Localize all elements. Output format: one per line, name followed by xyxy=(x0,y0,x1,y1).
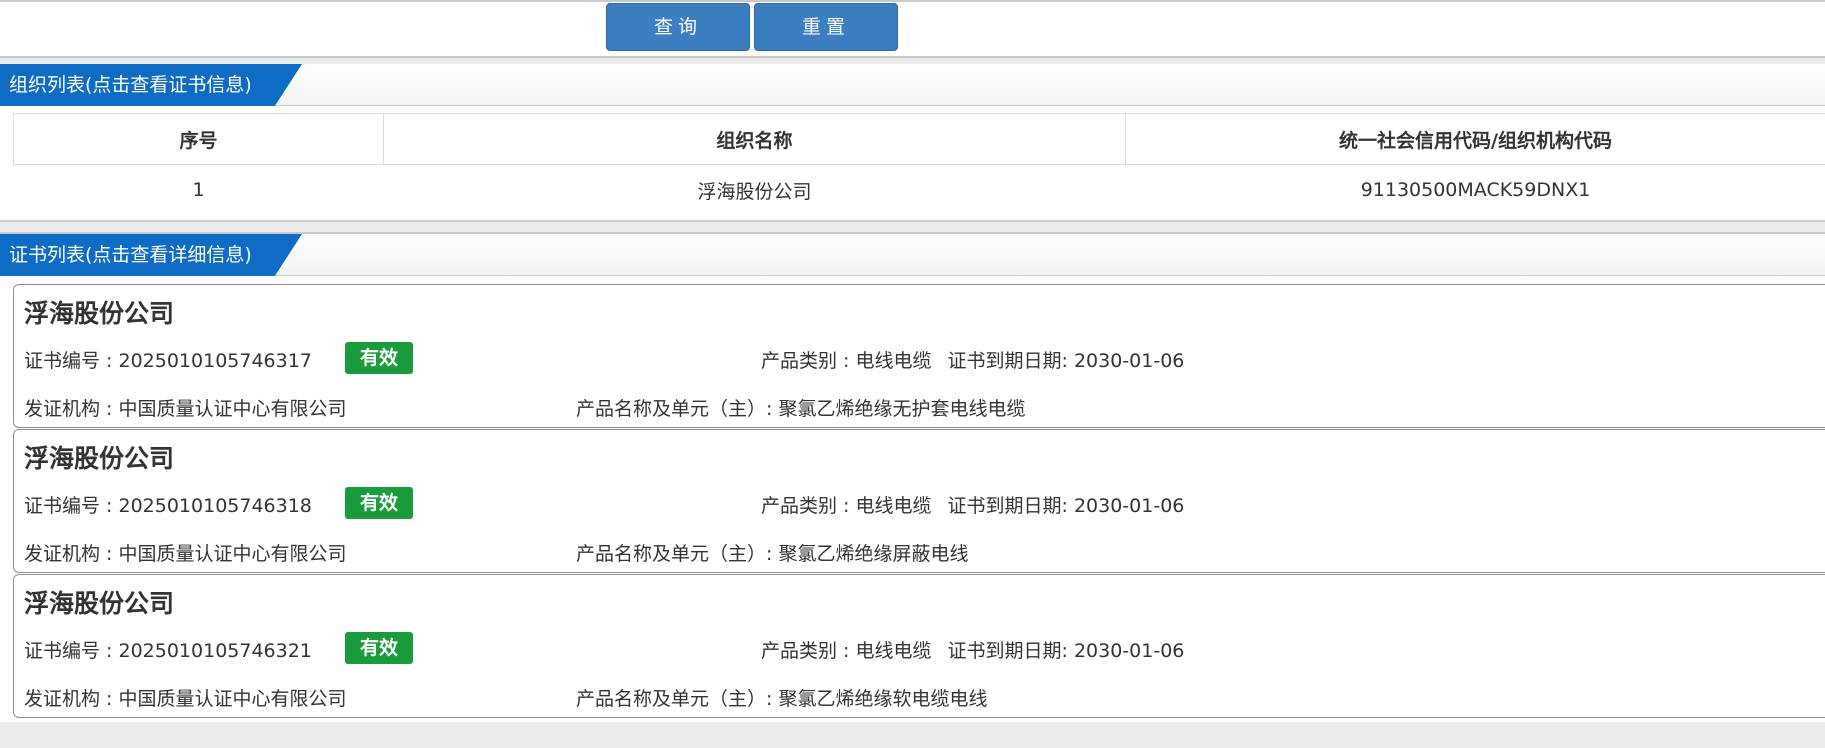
issuer-label: 发证机构 : xyxy=(24,543,119,565)
org-table-header-row: 序号 组织名称 统一社会信用代码/组织机构代码 xyxy=(13,113,1825,165)
expiry-label: 证书到期日期: xyxy=(947,495,1074,517)
search-toolbar: 查询 重置 xyxy=(0,0,1825,58)
column-header-credit-code: 统一社会信用代码/组织机构代码 xyxy=(1125,113,1825,165)
cert-number-value: 2025010105746321 xyxy=(118,640,312,662)
cert-list: 浮海股份公司 证书编号 : 2025010105746317 有效 产品类别 :… xyxy=(13,284,1825,719)
org-list-title: 组织列表(点击查看证书信息) xyxy=(0,64,302,106)
expiry-value: 2030-01-06 xyxy=(1073,350,1185,372)
cert-category: 产品类别 : 电线电缆 证书到期日期: 2030-01-06 xyxy=(761,491,1184,518)
cert-number: 证书编号 : 2025010105746317 xyxy=(24,346,312,373)
cert-number-label: 证书编号 : xyxy=(24,640,119,662)
cert-number-label: 证书编号 : xyxy=(24,350,119,372)
cert-list-title: 证书列表(点击查看详细信息) xyxy=(0,234,302,276)
cert-card[interactable]: 浮海股份公司 证书编号 : 2025010105746318 有效 产品类别 :… xyxy=(13,429,1825,573)
cert-issuer: 发证机构 : 中国质量认证中心有限公司 xyxy=(24,394,347,421)
table-row[interactable]: 1 浮海股份公司 91130500MACK59DNX1 xyxy=(14,165,1825,216)
cert-card[interactable]: 浮海股份公司 证书编号 : 2025010105746317 有效 产品类别 :… xyxy=(13,284,1825,428)
issuer-label: 发证机构 : xyxy=(24,398,119,420)
cert-issuer: 发证机构 : 中国质量认证中心有限公司 xyxy=(24,539,347,566)
product-label: 产品名称及单元（主）: xyxy=(576,398,779,420)
status-badge: 有效 xyxy=(345,487,413,519)
org-list-section: 组织列表(点击查看证书信息) 序号 组织名称 统一社会信用代码/组织机构代码 1… xyxy=(0,64,1825,222)
product-value: 聚氯乙烯绝缘屏蔽电线 xyxy=(778,543,969,565)
product-value: 聚氯乙烯绝缘无护套电线电缆 xyxy=(778,398,1026,420)
cert-product: 产品名称及单元（主）: 聚氯乙烯绝缘无护套电线电缆 xyxy=(576,394,1025,421)
cert-number-label: 证书编号 : xyxy=(24,495,119,517)
expiry-value: 2030-01-06 xyxy=(1073,495,1185,517)
cert-category: 产品类别 : 电线电缆 证书到期日期: 2030-01-06 xyxy=(761,636,1184,663)
issuer-value: 中国质量认证中心有限公司 xyxy=(118,398,347,420)
org-credit-code: 91130500MACK59DNX1 xyxy=(1360,179,1591,201)
category-value: 电线电缆 xyxy=(855,495,932,517)
cert-number: 证书编号 : 2025010105746321 xyxy=(24,636,312,663)
query-button[interactable]: 查询 xyxy=(606,3,750,51)
category-label: 产品类别 : xyxy=(761,495,856,517)
issuer-value: 中国质量认证中心有限公司 xyxy=(118,543,347,565)
org-name[interactable]: 浮海股份公司 xyxy=(384,165,1126,216)
product-label: 产品名称及单元（主）: xyxy=(576,688,779,710)
reset-button[interactable]: 重置 xyxy=(754,3,898,51)
status-badge: 有效 xyxy=(345,342,413,374)
org-table: 序号 组织名称 统一社会信用代码/组织机构代码 1 浮海股份公司 9113050… xyxy=(13,113,1825,215)
cert-list-section: 证书列表(点击查看详细信息) 浮海股份公司 证书编号 : 20250101057… xyxy=(0,232,1825,722)
cert-product: 产品名称及单元（主）: 聚氯乙烯绝缘屏蔽电线 xyxy=(576,539,968,566)
product-label: 产品名称及单元（主）: xyxy=(576,543,779,565)
issuer-value: 中国质量认证中心有限公司 xyxy=(118,688,347,710)
cert-org-name: 浮海股份公司 xyxy=(24,589,175,618)
cert-number-value: 2025010105746318 xyxy=(118,495,312,517)
cert-category: 产品类别 : 电线电缆 证书到期日期: 2030-01-06 xyxy=(761,346,1184,373)
category-value: 电线电缆 xyxy=(855,640,932,662)
issuer-label: 发证机构 : xyxy=(24,688,119,710)
org-index: 1 xyxy=(192,179,205,201)
status-badge: 有效 xyxy=(345,632,413,664)
cert-org-name: 浮海股份公司 xyxy=(24,299,175,328)
expiry-label: 证书到期日期: xyxy=(947,350,1074,372)
category-value: 电线电缆 xyxy=(855,350,932,372)
cert-product: 产品名称及单元（主）: 聚氯乙烯绝缘软电缆电线 xyxy=(576,684,987,711)
cert-card[interactable]: 浮海股份公司 证书编号 : 2025010105746321 有效 产品类别 :… xyxy=(13,574,1825,718)
cert-number: 证书编号 : 2025010105746318 xyxy=(24,491,312,518)
cert-org-name: 浮海股份公司 xyxy=(24,444,175,473)
category-label: 产品类别 : xyxy=(761,350,856,372)
expiry-label: 证书到期日期: xyxy=(947,640,1074,662)
column-header-org-name: 组织名称 xyxy=(383,113,1126,165)
category-label: 产品类别 : xyxy=(761,640,856,662)
cert-list-header: 证书列表(点击查看详细信息) xyxy=(0,234,1825,276)
org-list-header: 组织列表(点击查看证书信息) xyxy=(0,64,1825,106)
column-header-index: 序号 xyxy=(13,113,384,165)
product-value: 聚氯乙烯绝缘软电缆电线 xyxy=(778,688,988,710)
expiry-value: 2030-01-06 xyxy=(1073,640,1185,662)
cert-number-value: 2025010105746317 xyxy=(118,350,312,372)
cert-issuer: 发证机构 : 中国质量认证中心有限公司 xyxy=(24,684,347,711)
